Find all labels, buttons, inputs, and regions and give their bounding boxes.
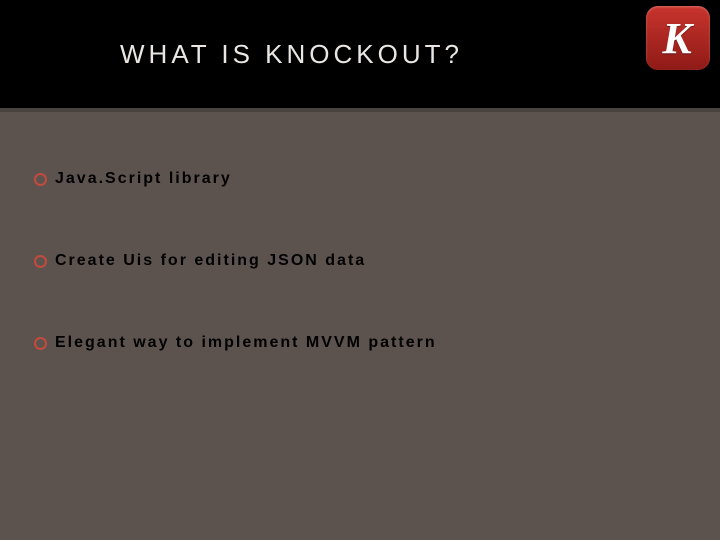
- knockout-logo: K: [646, 6, 710, 70]
- title-band: WHAT IS KNOCKOUT?: [0, 0, 720, 108]
- bullet-text: Create Uis for editing JSON data: [55, 252, 366, 270]
- bullet-text: Elegant way to implement MVVM pattern: [55, 334, 437, 352]
- title-divider: [0, 108, 720, 112]
- bullet-icon: [34, 173, 47, 186]
- bullet-icon: [34, 255, 47, 268]
- list-item: Java.Script library: [34, 170, 686, 188]
- content-area: Java.Script library Create Uis for editi…: [34, 170, 686, 416]
- bullet-text: Java.Script library: [55, 170, 232, 188]
- list-item: Create Uis for editing JSON data: [34, 252, 686, 270]
- bullet-icon: [34, 337, 47, 350]
- list-item: Elegant way to implement MVVM pattern: [34, 334, 686, 352]
- slide-title: WHAT IS KNOCKOUT?: [120, 39, 463, 70]
- slide: WHAT IS KNOCKOUT? K Java.Script library …: [0, 0, 720, 540]
- logo-letter: K: [662, 13, 691, 64]
